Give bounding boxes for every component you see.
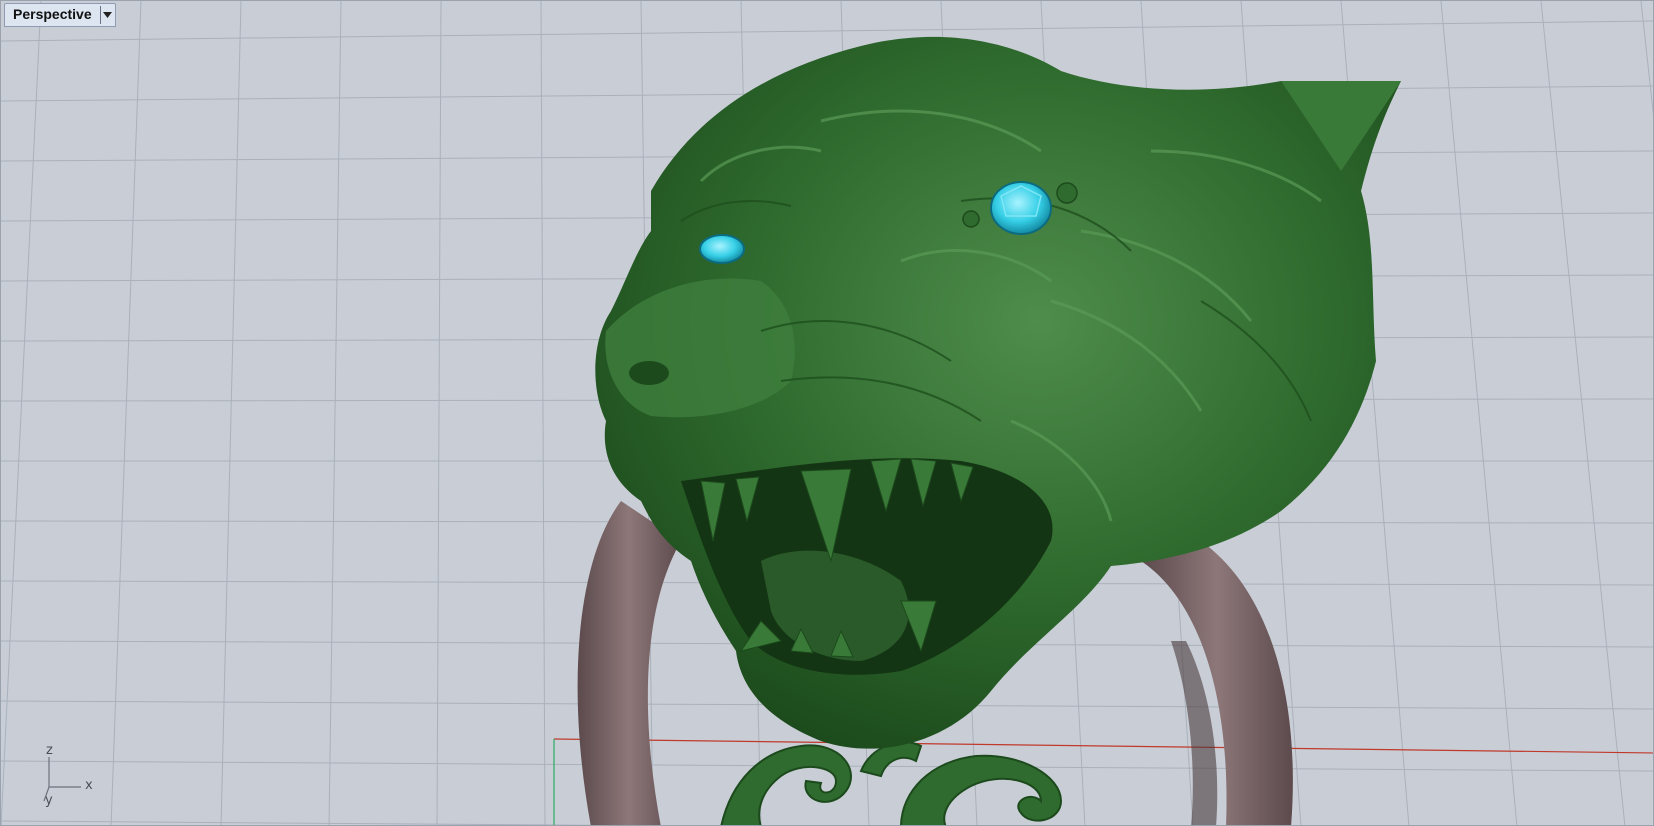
axis-gizmo: z x y [39,743,109,809]
filigree-ornament [720,741,1063,825]
viewport-name-label[interactable]: Perspective [5,4,100,26]
chevron-down-icon[interactable] [101,4,115,26]
right-eye-gem [990,181,1052,235]
x-axis-line [553,738,1653,754]
axis-x-label: x [85,778,93,793]
left-eye-gem [699,234,745,264]
axis-y-label: y [45,793,53,808]
viewport-scene[interactable] [1,1,1654,826]
wolf-head [595,36,1401,749]
axis-z-label: z [46,743,53,758]
perspective-viewport[interactable]: Perspective z x y [0,0,1654,826]
viewport-title-tab[interactable]: Perspective [4,3,116,27]
